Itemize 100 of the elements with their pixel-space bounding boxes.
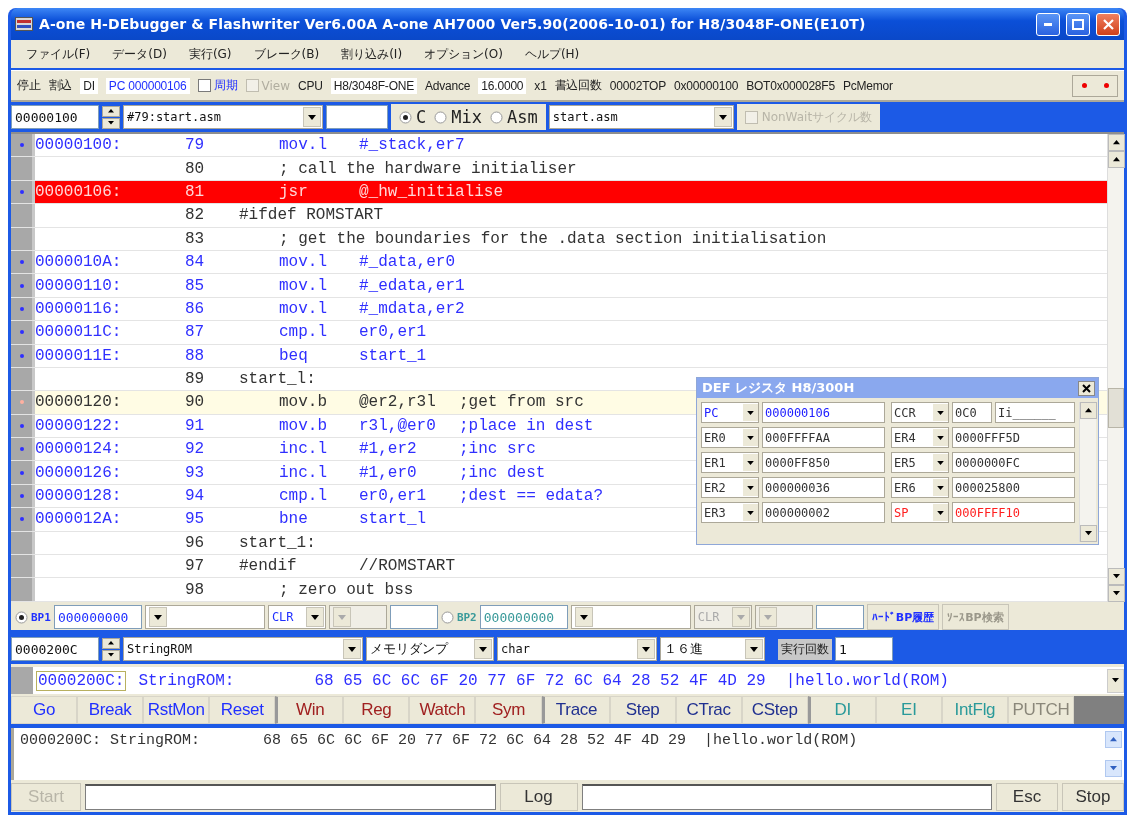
line-number: 97	[185, 557, 205, 576]
radio-button[interactable]	[489, 110, 503, 124]
address-field[interactable]: 00000100	[11, 105, 99, 129]
register-dropdown[interactable]: CCR	[891, 402, 949, 423]
scroll-top-button[interactable]	[1108, 134, 1125, 151]
command-button[interactable]: Win	[275, 696, 344, 724]
register-value-field[interactable]: 000025800	[952, 477, 1075, 498]
symbol-dropdown[interactable]: StringROM	[123, 637, 363, 661]
line-number: 90	[185, 393, 205, 412]
register-dropdown[interactable]: ER1	[701, 452, 759, 473]
source-dropdown[interactable]: #79:start.asm	[123, 105, 323, 129]
log-button[interactable]: Log	[499, 783, 578, 811]
menu-item[interactable]: ブレーク(B)	[242, 45, 331, 63]
command-button[interactable]: Sym	[475, 696, 542, 724]
action-dropdown[interactable]: CLR	[267, 605, 326, 629]
radio-button[interactable]	[15, 610, 28, 624]
status-text: 停止	[17, 77, 41, 94]
radix-dropdown[interactable]: １６進	[660, 637, 765, 661]
register-dropdown[interactable]: ER6	[891, 477, 949, 498]
menu-item[interactable]: データ(D)	[101, 45, 178, 63]
command-button[interactable]: Reg	[343, 696, 410, 724]
register-value-field[interactable]: 000FFFF10	[952, 502, 1075, 523]
mnemonic-text: inc.l	[279, 440, 327, 459]
close-icon	[1082, 383, 1091, 393]
maximize-button[interactable]	[1066, 12, 1090, 36]
register-dropdown[interactable]: ER4	[891, 427, 949, 448]
line-number: 84	[185, 253, 205, 272]
register-value-field[interactable]: 0000FFF5D	[952, 427, 1075, 448]
register-dropdown[interactable]: ER0	[701, 427, 759, 448]
scroll-bottom-button[interactable]	[1108, 585, 1125, 602]
line-field[interactable]	[326, 105, 388, 129]
spin-up-button[interactable]	[102, 637, 120, 649]
address-text: 00000128:	[35, 487, 122, 506]
count-field[interactable]: 1	[835, 637, 893, 661]
register-value-field[interactable]: 000FFFFAA	[762, 427, 885, 448]
register-value-field[interactable]: 0000000FC	[952, 452, 1075, 473]
checkbox[interactable]	[197, 79, 211, 92]
register-dropdown[interactable]: ER3	[701, 502, 759, 523]
mnemonic-text: mov.l	[279, 276, 327, 295]
register-dropdown[interactable]: PC	[701, 402, 759, 423]
command-button[interactable]: Go	[11, 696, 78, 724]
caret-icon	[933, 429, 948, 446]
radio-button[interactable]	[434, 110, 448, 124]
scroll-bottom-button[interactable]	[1107, 668, 1124, 693]
command-button[interactable]: Break	[77, 696, 144, 724]
memory-address-field[interactable]: 0000200C	[11, 637, 99, 661]
scroll-down-button[interactable]	[1080, 525, 1097, 542]
minimize-button[interactable]	[1036, 12, 1060, 36]
caret-icon	[713, 107, 732, 127]
scroll-up-button[interactable]	[1108, 151, 1125, 168]
close-button[interactable]	[1078, 380, 1095, 396]
command-button[interactable]: Reset	[209, 696, 276, 724]
command-button[interactable]: Trace	[541, 696, 610, 724]
command-button[interactable]: CTrac	[675, 696, 742, 724]
register-dropdown[interactable]: ER5	[891, 452, 949, 473]
register-value-field[interactable]: 000000002	[762, 502, 885, 523]
register-value-field[interactable]: 0C0	[952, 402, 992, 423]
log-input[interactable]	[581, 784, 992, 810]
spin-down-button[interactable]	[102, 117, 120, 129]
spin-up-button[interactable]	[102, 105, 120, 117]
radio-button[interactable]	[399, 110, 412, 124]
menu-item[interactable]: 実行(G)	[177, 45, 243, 63]
file-dropdown[interactable]: start.asm	[548, 105, 734, 129]
scroll-down-button[interactable]	[1108, 568, 1125, 585]
command-button[interactable]: CStep	[741, 696, 808, 724]
command-button[interactable]: Watch	[409, 696, 476, 724]
register-value-field[interactable]: 000000036	[762, 477, 885, 498]
register-value-field[interactable]: 0000FF850	[762, 452, 885, 473]
breakpoint-address-field[interactable]: 000000000	[53, 605, 142, 629]
operand-text: r3l,@er0	[359, 416, 436, 435]
command-button[interactable]: Step	[609, 696, 676, 724]
radio-label: Asm	[506, 107, 538, 127]
scroll-up-button[interactable]	[1080, 402, 1097, 419]
register-dropdown[interactable]: ER2	[701, 477, 759, 498]
command-input[interactable]	[85, 784, 496, 810]
stop-button[interactable]: Stop	[1062, 783, 1124, 811]
data-type-dropdown[interactable]: char	[497, 637, 657, 661]
scroll-thumb[interactable]	[1108, 388, 1124, 428]
caret-icon	[758, 607, 777, 627]
command-button[interactable]: RstMon	[143, 696, 210, 724]
register-value-field[interactable]: 000000106	[762, 402, 885, 423]
count-field[interactable]	[815, 605, 864, 629]
operand-text: start_l	[359, 510, 427, 529]
count-field[interactable]	[389, 605, 438, 629]
breakpoint-address-field[interactable]: 000000000	[479, 605, 568, 629]
menu-item[interactable]: ヘルプ(H)	[513, 45, 591, 63]
menu-item[interactable]: オプション(O)	[413, 45, 514, 63]
caret-icon	[933, 454, 948, 471]
menu-item[interactable]: ファイル(F)	[15, 45, 102, 63]
radio-button[interactable]	[440, 610, 454, 624]
flags-field[interactable]: Ii______	[995, 402, 1075, 423]
display-mode-dropdown[interactable]: メモリダンプ	[366, 637, 494, 661]
mnemonic-text: mov.b	[279, 393, 327, 412]
up-arrow-icon	[108, 109, 114, 113]
esc-button[interactable]: Esc	[996, 783, 1058, 811]
down-arrow-icon	[1113, 591, 1120, 596]
spin-down-button[interactable]	[102, 649, 120, 661]
menu-item[interactable]: 割り込み(I)	[330, 45, 414, 63]
breakpoint-button[interactable]: ﾊｰﾄﾞBP履歴	[866, 604, 940, 630]
register-dropdown[interactable]: SP	[891, 502, 949, 523]
